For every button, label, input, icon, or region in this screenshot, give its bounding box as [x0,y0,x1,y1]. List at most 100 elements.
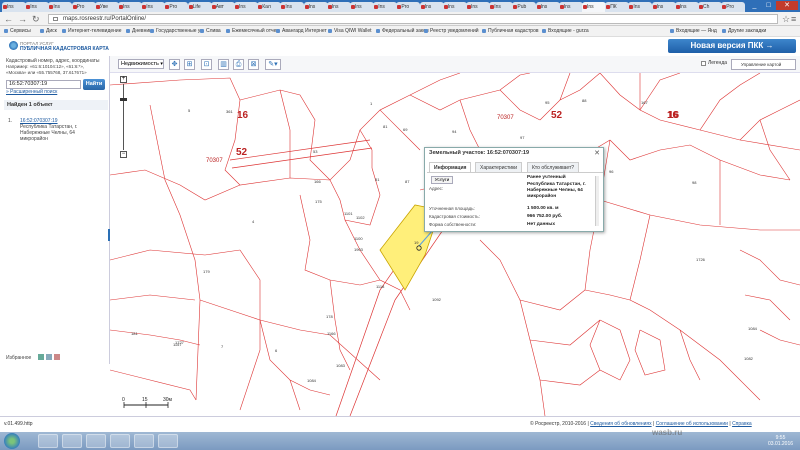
star-icon[interactable]: ☆ [782,14,790,24]
browser-tab[interactable]: Ins [466,2,490,12]
zoom-slider-track[interactable] [123,84,124,150]
browser-tab[interactable]: Ch [698,2,722,12]
bookmark-item[interactable]: Visa QIWI Wallet [328,28,372,35]
updates-link[interactable]: Сведения об обновлениях [590,421,651,427]
help-link[interactable]: Справка [732,421,752,427]
browser-tab[interactable]: ПК [605,2,630,12]
browser-tab[interactable]: Pro [71,2,96,12]
browser-tab[interactable]: Ins [280,2,305,12]
browser-tab[interactable]: Ins [48,2,73,12]
maximize-icon[interactable]: □ [762,1,775,10]
browser-tab[interactable]: Ins [234,2,258,12]
pan-tool-icon[interactable]: ✥ [169,59,180,70]
browser-tab[interactable]: Ins [442,2,467,12]
bookmark-item[interactable]: Другие закладки [722,28,766,35]
tab-label: Pro [726,4,734,10]
chart-tool-icon[interactable]: ▥ [218,59,229,70]
browser-tab[interactable]: Ins [535,2,560,12]
favorites-edit-icon[interactable] [46,354,52,360]
bookmark-item[interactable]: Федеральный закон [376,28,429,35]
browser-tab[interactable]: Pro [164,2,189,12]
browser-tab[interactable]: Ins [2,2,26,12]
print-icon[interactable]: ⎙ [233,59,244,70]
bookmark-item[interactable]: Государственные у [150,28,200,35]
browser-tab[interactable]: Ins [651,2,676,12]
browser-tab[interactable]: Ins [25,2,50,12]
zoom-extent-icon[interactable]: ⊡ [201,59,212,70]
browser-tab[interactable]: Ins [326,2,351,12]
cadastral-map[interactable]: 16 52 70307 16 70307 52 16 5 361 81 69 94 97 88 95 167… [110,73,800,416]
browser-tab[interactable]: Ins [674,2,699,12]
search-input[interactable]: 16:52:70307:19 [6,80,81,89]
media-taskbar-icon[interactable] [86,434,106,448]
reload-icon[interactable]: ↻ [32,14,40,24]
browser-tab[interactable]: Pro [721,2,746,12]
ownership-label: Форма собственности: [429,222,477,227]
browser-tab[interactable]: Pro [396,2,421,12]
bookmark-item[interactable]: Входящие — Янд [670,28,717,35]
start-button-icon[interactable] [4,433,20,449]
new-version-button[interactable]: Новая версия ПКК → [668,39,796,53]
find-button[interactable]: Найти [83,79,105,90]
bookmark-item[interactable]: Ежемесячный отчет [226,28,279,35]
browser-tab[interactable]: Ins [628,2,653,12]
bookmark-item[interactable]: Диск [40,28,57,35]
browser-tab[interactable]: Ins [489,2,514,12]
chrome-taskbar-icon[interactable] [38,434,58,448]
scale-tick-label: 30м [163,397,173,403]
forward-icon[interactable]: → [18,14,27,24]
minimize-icon[interactable]: _ [748,1,761,10]
skype-taskbar-icon[interactable] [134,434,154,448]
tab-who-serves[interactable]: Кто обслуживает? [527,162,580,172]
favorites-delete-icon[interactable] [54,354,60,360]
browser-tab[interactable]: Ins [141,2,166,12]
browser-tab[interactable]: Ins [558,2,583,12]
services-button[interactable]: Услуги [431,176,453,184]
zoom-slider-handle[interactable] [120,98,127,101]
identify-tool-icon[interactable]: ⊞ [184,59,195,70]
bookmark-item[interactable]: Слива [200,28,221,35]
measure-tool-icon[interactable]: ⊠ [248,59,259,70]
bookmark-item[interactable]: Входящие - gurza [542,28,589,35]
browser-tab[interactable]: Life [187,2,212,12]
browser-tab[interactable]: Ins [373,2,398,12]
layer-select[interactable]: Недвижимость ▾ [118,59,164,69]
word-taskbar-icon[interactable] [110,434,130,448]
browser-tab[interactable]: Ins [118,2,142,12]
browser-tab[interactable]: Кал [257,2,282,12]
favorites-add-icon[interactable] [38,354,44,360]
paint-taskbar-icon[interactable] [158,434,178,448]
zoom-in-icon[interactable]: + [120,76,127,83]
bookmark-item[interactable]: Дневник [126,28,151,35]
browser-tab[interactable]: Ins [419,2,444,12]
advanced-search-link[interactable]: » Расширенный поиск [6,89,57,95]
close-window-icon[interactable]: ✕ [776,1,798,10]
browser-tab[interactable]: Ins [350,2,374,12]
explorer-taskbar-icon[interactable] [62,434,82,448]
taskbar-clock[interactable]: 9:55 03.01.2016 [768,435,793,447]
browser-tab[interactable]: Ins [582,2,606,12]
browser-tab[interactable]: Pub [512,2,537,12]
draw-tool-icon[interactable]: ✎▾ [265,59,281,70]
legend-checkbox[interactable] [701,61,706,66]
agreement-link[interactable]: Соглашение об использовании [656,421,728,427]
bookmark-item[interactable]: Авангард Интернет [276,28,327,35]
browser-tab[interactable]: Авт [210,2,235,12]
zoom-out-icon[interactable]: − [120,151,127,158]
tab-characteristics[interactable]: Характеристики [475,162,523,172]
tab-information[interactable]: Информация [429,162,472,172]
bookmark-item[interactable]: Сервисы [4,28,31,35]
bookmark-item[interactable]: Реестр уведомлений [424,28,479,35]
popup-scrollbar[interactable] [595,176,599,226]
bookmark-item[interactable]: Публичная кадастров [482,28,539,35]
back-icon[interactable]: ← [4,14,13,24]
favorites-label[interactable]: Избранное [6,355,31,361]
map-management-button[interactable]: Управление картой [731,59,796,70]
menu-icon[interactable]: ≡ [791,14,796,24]
address-label: Адрес: [429,186,444,191]
url-field[interactable]: maps.rosreestr.ru/PortalOnline/ [48,14,778,24]
close-icon[interactable]: ✕ [594,149,600,157]
bookmark-item[interactable]: Интернет-телевидение [62,28,122,35]
browser-tab[interactable]: Уве [94,2,119,12]
browser-tab[interactable]: Ins [303,2,328,12]
